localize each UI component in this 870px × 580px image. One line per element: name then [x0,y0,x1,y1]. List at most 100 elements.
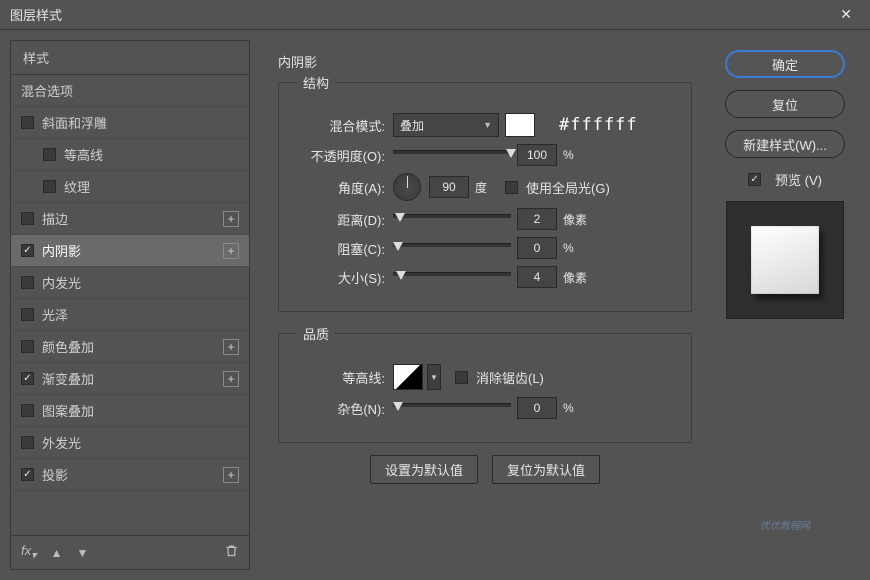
style-item-label: 内阴影 [42,241,223,260]
noise-label: 杂色(N): [297,399,385,418]
structure-group: 结构 混合模式: 叠加▼ #ffffff 不透明度(O): 100 % 角度(A… [278,73,692,312]
size-slider[interactable] [393,270,511,284]
blending-options-item[interactable]: 混合选项 [11,75,249,107]
quality-legend: 品质 [297,324,335,343]
add-instance-icon[interactable]: + [223,339,239,355]
style-item-label: 描边 [42,209,223,228]
distance-input[interactable]: 2 [517,208,557,230]
global-light-checkbox[interactable] [505,181,518,194]
opacity-label: 不透明度(O): [297,146,385,165]
styles-sidebar: 样式 混合选项 斜面和浮雕等高线纹理描边+内阴影+内发光光泽颜色叠加+渐变叠加+… [10,40,250,570]
global-light-label: 使用全局光(G) [526,178,610,197]
style-checkbox[interactable] [21,276,34,289]
style-list: 斜面和浮雕等高线纹理描边+内阴影+内发光光泽颜色叠加+渐变叠加+图案叠加外发光投… [11,107,249,535]
style-item-4[interactable]: 内阴影+ [11,235,249,267]
style-item-8[interactable]: 渐变叠加+ [11,363,249,395]
antialias-label: 消除锯齿(L) [476,368,544,387]
preview-label: 预览 (V) [775,170,822,189]
style-checkbox[interactable] [21,116,34,129]
style-item-10[interactable]: 外发光 [11,427,249,459]
style-item-1[interactable]: 等高线 [11,139,249,171]
color-swatch[interactable] [505,113,535,137]
style-item-label: 纹理 [64,177,239,196]
style-item-0[interactable]: 斜面和浮雕 [11,107,249,139]
choke-input[interactable]: 0 [517,237,557,259]
style-item-label: 光泽 [42,305,239,324]
new-style-button[interactable]: 新建样式(W)... [725,130,845,158]
style-item-11[interactable]: 投影+ [11,459,249,491]
sidebar-footer: fx▾ ▲ ▼ [11,535,249,569]
panel-title: 内阴影 [278,52,692,71]
preview-swatch [751,226,819,294]
style-item-6[interactable]: 光泽 [11,299,249,331]
titlebar: 图层样式 ✕ [0,0,870,30]
style-checkbox[interactable] [21,468,34,481]
style-item-5[interactable]: 内发光 [11,267,249,299]
style-item-2[interactable]: 纹理 [11,171,249,203]
ok-button[interactable]: 确定 [725,50,845,78]
style-checkbox[interactable] [43,148,56,161]
style-checkbox[interactable] [43,180,56,193]
blend-mode-select[interactable]: 叠加▼ [393,113,499,137]
style-checkbox[interactable] [21,212,34,225]
cancel-button[interactable]: 复位 [725,90,845,118]
preview-box [726,201,844,319]
color-hex-annotation: #ffffff [559,115,638,135]
watermark: 优优教程网 [760,517,810,532]
style-checkbox[interactable] [21,340,34,353]
style-item-label: 颜色叠加 [42,337,223,356]
style-checkbox[interactable] [21,244,34,257]
size-input[interactable]: 4 [517,266,557,288]
angle-label: 角度(A): [297,178,385,197]
style-checkbox[interactable] [21,308,34,321]
style-item-label: 内发光 [42,273,239,292]
style-item-label: 投影 [42,465,223,484]
noise-input[interactable]: 0 [517,397,557,419]
opacity-input[interactable]: 100 [517,144,557,166]
right-column: 确定 复位 新建样式(W)... 预览 (V) 优优教程网 [710,40,860,570]
opacity-slider[interactable] [393,148,511,162]
contour-picker[interactable] [393,364,423,390]
chevron-down-icon: ▼ [483,120,492,130]
size-label: 大小(S): [297,268,385,287]
angle-input[interactable]: 90 [429,176,469,198]
move-down-icon[interactable]: ▼ [76,546,88,560]
fx-menu[interactable]: fx▾ [21,543,37,562]
noise-slider[interactable] [393,401,511,415]
style-item-label: 等高线 [64,145,239,164]
quality-group: 品质 等高线: ▼ 消除锯齿(L) 杂色(N): 0 % [278,324,692,443]
sidebar-header: 样式 [11,41,249,75]
add-instance-icon[interactable]: + [223,211,239,227]
style-item-label: 渐变叠加 [42,369,223,388]
move-up-icon[interactable]: ▲ [51,546,63,560]
structure-legend: 结构 [297,73,335,92]
style-item-3[interactable]: 描边+ [11,203,249,235]
style-item-label: 外发光 [42,433,239,452]
style-checkbox[interactable] [21,436,34,449]
style-item-label: 斜面和浮雕 [42,113,239,132]
antialias-checkbox[interactable] [455,371,468,384]
contour-dropdown[interactable]: ▼ [427,364,441,390]
distance-slider[interactable] [393,212,511,226]
blend-mode-label: 混合模式: [297,116,385,135]
style-checkbox[interactable] [21,404,34,417]
trash-icon[interactable] [224,543,239,563]
style-checkbox[interactable] [21,372,34,385]
add-instance-icon[interactable]: + [223,243,239,259]
reset-default-button[interactable]: 复位为默认值 [492,455,600,484]
contour-label: 等高线: [297,368,385,387]
close-icon[interactable]: ✕ [832,2,860,27]
style-item-7[interactable]: 颜色叠加+ [11,331,249,363]
choke-slider[interactable] [393,241,511,255]
add-instance-icon[interactable]: + [223,371,239,387]
style-item-9[interactable]: 图案叠加 [11,395,249,427]
style-item-label: 图案叠加 [42,401,239,420]
choke-label: 阻塞(C): [297,239,385,258]
window-title: 图层样式 [10,5,62,24]
angle-dial[interactable] [393,173,421,201]
distance-label: 距离(D): [297,210,385,229]
preview-checkbox[interactable] [748,173,761,186]
set-default-button[interactable]: 设置为默认值 [370,455,478,484]
effect-panel: 内阴影 结构 混合模式: 叠加▼ #ffffff 不透明度(O): 100 % … [250,40,710,570]
add-instance-icon[interactable]: + [223,467,239,483]
